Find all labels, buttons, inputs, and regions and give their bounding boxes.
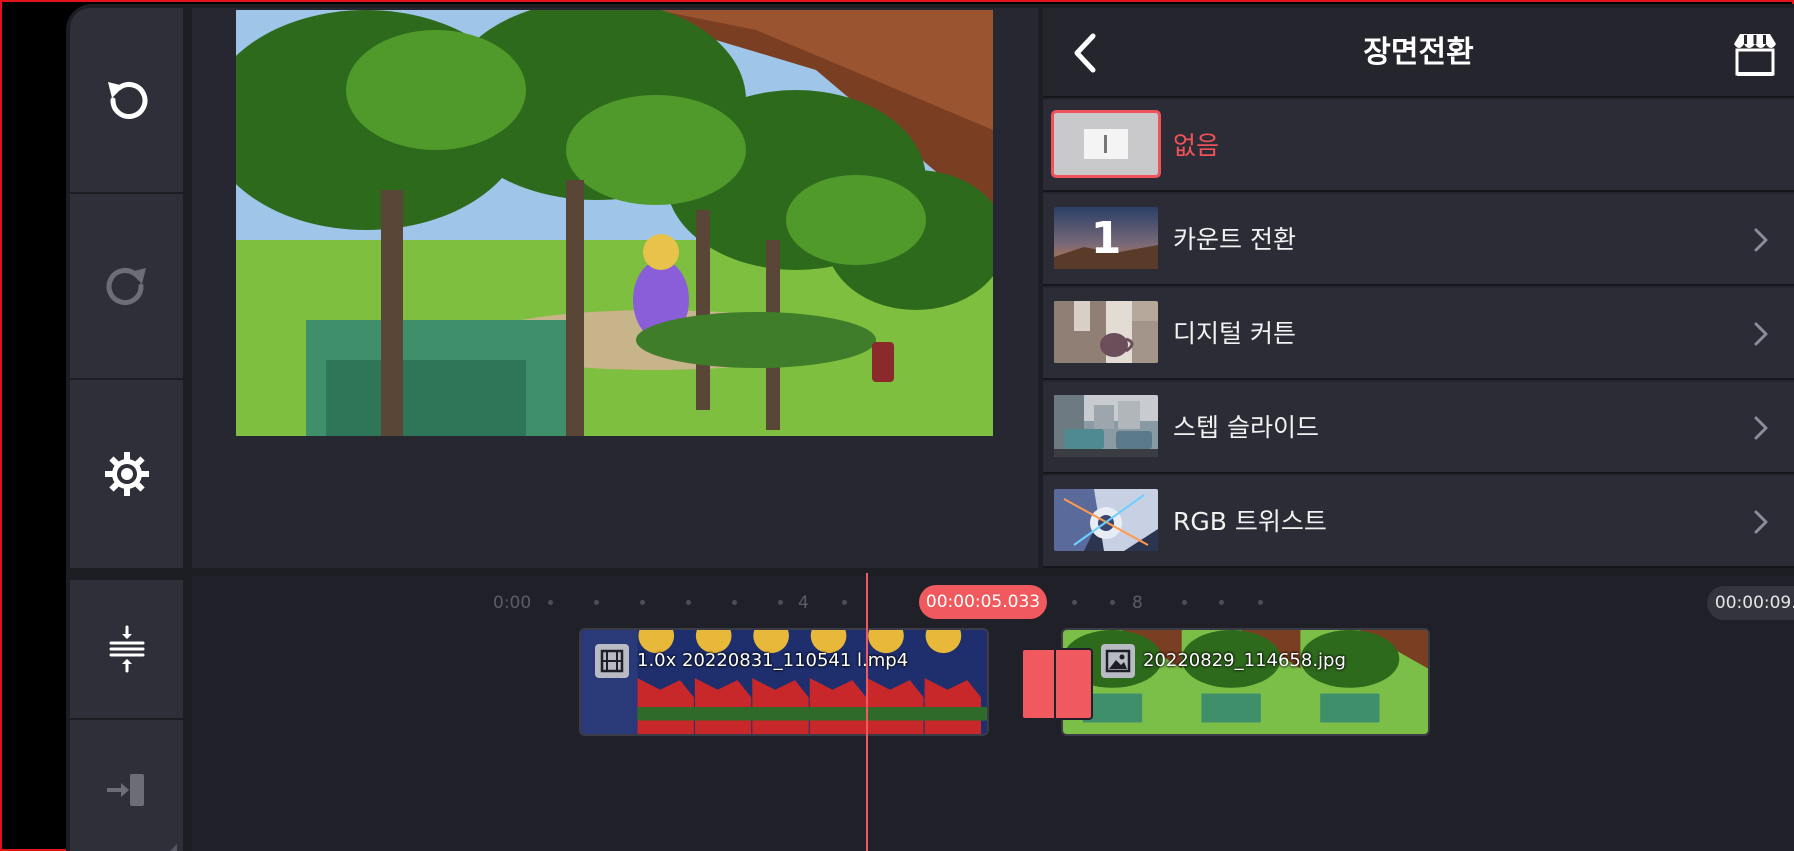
video-editor: 장면전환 없음 1 카운트 전환 디지털 커튼 스텝 슬라이드 RGB 트위스트… — [66, 4, 1794, 851]
transition-marker[interactable] — [1021, 648, 1093, 720]
transition-label: 카운트 전환 — [1173, 225, 1296, 254]
video-preview[interactable] — [236, 10, 993, 436]
transition-panel: 장면전환 없음 1 카운트 전환 디지털 커튼 스텝 슬라이드 RGB 트위스트 — [1043, 8, 1794, 568]
chevron-right-icon — [1754, 416, 1768, 440]
ruler-dot — [1072, 600, 1077, 605]
transition-item-rgb-twist[interactable]: RGB 트위스트 — [1043, 476, 1794, 568]
time-ruler[interactable]: 0:00 4 8 00:00:05.033 00:00:09.533 — [192, 576, 1794, 626]
ruler-dot — [1110, 600, 1115, 605]
store-icon[interactable] — [1730, 30, 1780, 80]
film-icon — [595, 644, 629, 678]
undo-icon — [107, 82, 147, 119]
redo-button[interactable] — [70, 194, 183, 378]
ruler-dot — [732, 600, 737, 605]
end-time: 00:00:09.533 — [1707, 586, 1794, 620]
transition-thumb-none — [1051, 110, 1161, 178]
ruler-dot — [842, 600, 847, 605]
ruler-label-0: 0:00 — [493, 593, 532, 613]
ruler-label-4: 4 — [798, 593, 809, 613]
window-frame: 장면전환 없음 1 카운트 전환 디지털 커튼 스텝 슬라이드 RGB 트위스트… — [0, 0, 1794, 851]
count-thumb-number: 1 — [1091, 213, 1122, 264]
ruler-dot — [640, 600, 645, 605]
clip-name: 20220829_114658.jpg — [1143, 650, 1346, 671]
export-icon — [106, 774, 144, 806]
chevron-right-icon — [1754, 322, 1768, 346]
preview-area — [192, 8, 1038, 568]
chevron-right-icon — [1754, 510, 1768, 534]
ruler-dot — [1258, 600, 1263, 605]
ruler-label-8: 8 — [1132, 593, 1143, 613]
settings-button[interactable] — [70, 380, 183, 568]
undo-button[interactable] — [70, 8, 183, 192]
ruler-dot — [778, 600, 783, 605]
preview-frame-image — [236, 10, 993, 436]
transition-thumb-rgb-twist — [1054, 489, 1158, 551]
transition-label: RGB 트위스트 — [1173, 507, 1327, 536]
transition-item-step-slide[interactable]: 스텝 슬라이드 — [1043, 382, 1794, 474]
transition-thumb-count: 1 — [1054, 207, 1158, 269]
transition-item-none[interactable]: 없음 — [1043, 100, 1794, 192]
transition-thumb-step-slide — [1054, 395, 1158, 457]
gear-icon — [104, 452, 149, 496]
playhead-line[interactable] — [866, 573, 868, 851]
split-icon — [109, 625, 144, 673]
transition-item-count[interactable]: 1 카운트 전환 — [1043, 194, 1794, 286]
video-clip[interactable]: 1.0x 20220831_110541 l.mp4 — [579, 628, 989, 736]
transition-label: 스텝 슬라이드 — [1173, 413, 1319, 442]
timeline[interactable]: 0:00 4 8 00:00:05.033 00:00:09.533 — [192, 576, 1794, 851]
ruler-dot — [548, 600, 553, 605]
ruler-dot — [686, 600, 691, 605]
image-icon — [1101, 644, 1135, 678]
export-button[interactable] — [70, 720, 183, 851]
panel-header: 장면전환 — [1043, 8, 1794, 98]
chevron-right-icon — [1754, 228, 1768, 252]
transition-thumb-digital-curtain — [1054, 301, 1158, 363]
playhead-time[interactable]: 00:00:05.033 — [919, 585, 1047, 619]
transition-item-digital-curtain[interactable]: 디지털 커튼 — [1043, 288, 1794, 380]
ruler-dot — [594, 600, 599, 605]
panel-title: 장면전환 — [1363, 35, 1474, 70]
ruler-dot — [1219, 600, 1224, 605]
image-clip[interactable]: 20220829_114658.jpg — [1061, 628, 1430, 736]
split-button[interactable] — [70, 580, 183, 718]
redo-icon — [106, 268, 146, 305]
transition-label: 없음 — [1173, 131, 1220, 160]
video-clip-thumbnails — [581, 630, 987, 734]
transition-label: 디지털 커튼 — [1173, 319, 1296, 348]
ruler-dot — [1182, 600, 1187, 605]
